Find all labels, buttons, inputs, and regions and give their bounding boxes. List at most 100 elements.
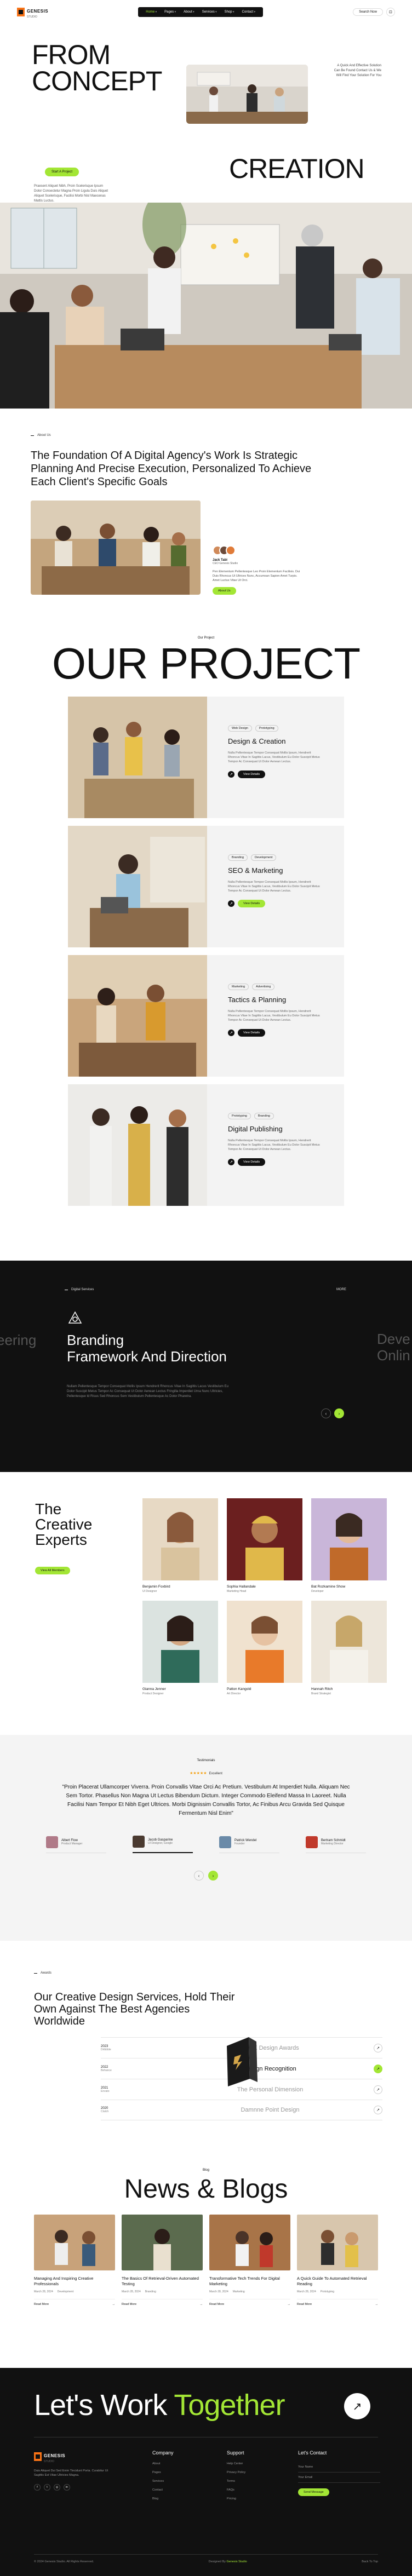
name-field[interactable]: Your Name: [298, 2462, 380, 2473]
project-card[interactable]: Branding Development SEO & Marketing Nul…: [68, 826, 344, 947]
footer-link[interactable]: Contact: [152, 2488, 174, 2492]
project-chip: Prototyping: [228, 1113, 251, 1119]
about-section: About Us The Foundation Of A Digital Age…: [31, 409, 381, 614]
footer-logo[interactable]: GENESIS STUDIO: [34, 2450, 111, 2463]
nav-item-shop[interactable]: Shop: [225, 10, 234, 14]
cta-arrow-button[interactable]: ↗: [344, 2393, 370, 2419]
read-more-link[interactable]: Read More →: [122, 2299, 203, 2306]
blog-card[interactable]: The Basics Of Retrieval-Driven Automated…: [122, 2215, 203, 2306]
testimonial-author[interactable]: Jacob Gasparine UI Designer, Google: [133, 1836, 193, 1853]
next-arrow-icon[interactable]: ›: [334, 1408, 344, 1418]
nav-item-about[interactable]: About: [184, 10, 194, 14]
project-card[interactable]: Web Design Prototyping Design & Creation…: [68, 697, 344, 818]
team-member[interactable]: Gianna Jenner Product Designer: [142, 1601, 218, 1695]
member-name: Gianna Jenner: [142, 1687, 166, 1691]
view-details-button[interactable]: ↗ View Details: [228, 771, 266, 778]
branding-icon: [67, 1309, 83, 1325]
nav-item-home[interactable]: Home: [146, 10, 157, 14]
send-message-button[interactable]: Send Message: [298, 2488, 329, 2496]
nav-item-pages[interactable]: Pages: [164, 10, 176, 14]
rating-label: Excellent: [209, 1772, 222, 1775]
award-name: The Personal Dimension: [237, 2086, 304, 2093]
arrow-icon: ↗: [374, 2106, 382, 2114]
blog-title[interactable]: The Basics Of Retrieval-Driven Automated…: [122, 2276, 203, 2287]
blog-card[interactable]: Transformative Tech Trends For Digital M…: [209, 2215, 290, 2306]
footer-link[interactable]: Terms: [227, 2480, 245, 2483]
next-arrow-icon[interactable]: ›: [208, 1871, 218, 1881]
email-field[interactable]: Your Email: [298, 2473, 380, 2483]
testimonial-author[interactable]: Albert Flow Product Manager: [46, 1836, 106, 1853]
linkedin-icon[interactable]: in: [64, 2484, 70, 2491]
read-more-link[interactable]: Read More →: [297, 2299, 378, 2306]
footer-link[interactable]: About: [152, 2462, 174, 2465]
footer-link[interactable]: Privacy Policy: [227, 2471, 245, 2474]
team-member[interactable]: Hannah Ritch Brand Strategist: [311, 1601, 387, 1695]
view-details-button[interactable]: ↗ View Details: [228, 900, 266, 907]
credit: Designed By Genesis Studio: [209, 2560, 247, 2563]
back-to-top-link[interactable]: Back To Top: [362, 2560, 378, 2563]
footer-link[interactable]: FAQs: [227, 2488, 245, 2492]
blog-title[interactable]: A Quick Guide To Automated Retrieval Rea…: [297, 2276, 378, 2287]
footer-link[interactable]: Services: [152, 2480, 174, 2483]
logo[interactable]: GENESIS STUDIO: [17, 5, 48, 19]
prev-arrow-icon[interactable]: ‹: [321, 1408, 331, 1418]
blog-title[interactable]: Transformative Tech Trends For Digital M…: [209, 2276, 290, 2287]
team-avatars: [213, 545, 300, 555]
blog-card[interactable]: Managing And Inspiring Creative Professi…: [34, 2215, 115, 2306]
site-footer: Let's Work Together ↗ GENESIS STUDIO Duis…: [0, 2368, 412, 2576]
brand-name: GENESIS: [27, 9, 49, 14]
award-row[interactable]: 2020 Clutch Damnne Point Design ↗: [101, 2100, 382, 2120]
member-photo: [142, 1601, 218, 1683]
blog-card[interactable]: A Quick Guide To Automated Retrieval Rea…: [297, 2215, 378, 2306]
service-title-line2: Framework And Direction: [67, 1348, 227, 1365]
arrow-icon: ↗: [374, 2043, 382, 2052]
view-all-members-button[interactable]: View All Members: [35, 1567, 70, 1574]
nav-item-services[interactable]: Services: [202, 10, 217, 14]
about-us-button[interactable]: About Us: [213, 587, 236, 595]
award-year-value: 2022: [101, 2065, 108, 2069]
footer-link[interactable]: Pages: [152, 2471, 174, 2474]
arrow-icon: →: [375, 2303, 379, 2306]
view-details-label: View Details: [238, 771, 266, 778]
facebook-icon[interactable]: f: [34, 2484, 41, 2491]
credit-link[interactable]: Genesis Studio: [226, 2560, 247, 2563]
instagram-icon[interactable]: ◎: [54, 2484, 60, 2491]
twitter-icon[interactable]: t: [44, 2484, 50, 2491]
project-heading: OUR PROJECT: [52, 639, 360, 688]
read-more-link[interactable]: Read More →: [34, 2299, 115, 2306]
project-card[interactable]: Prototyping Branding Digital Publishing …: [68, 1084, 344, 1206]
arrow-icon: →: [199, 2303, 203, 2306]
view-details-button[interactable]: ↗ View Details: [228, 1158, 266, 1166]
author-role: Founder: [234, 1842, 245, 1845]
blog-date: March 28, 2024: [34, 2290, 53, 2293]
blog-title[interactable]: Managing And Inspiring Creative Professi…: [34, 2276, 115, 2287]
view-details-button[interactable]: ↗ View Details: [228, 1029, 266, 1037]
award-year-value: 2021: [101, 2086, 108, 2090]
read-more-link[interactable]: Read More →: [209, 2299, 290, 2306]
testimonials-tag: Testimonials: [197, 1759, 215, 1762]
team-member[interactable]: Patton Kangold Art Director: [227, 1601, 302, 1695]
start-project-button[interactable]: Start A Project: [45, 168, 79, 176]
team-member[interactable]: Benjamin Foxbird UI Designer: [142, 1498, 218, 1593]
project-chip: Prototyping: [255, 725, 278, 732]
testimonial-author[interactable]: Patrick Wendel Founder: [219, 1836, 279, 1853]
testimonial-quote: "Proin Placerat Ullamcorper Viverra. Pro…: [62, 1784, 350, 1816]
award-year: 2022 Behance: [101, 2066, 167, 2072]
arrow-icon: ↗: [374, 2085, 382, 2094]
brand-sub: STUDIO: [27, 15, 37, 19]
footer-link[interactable]: Pricing: [227, 2497, 245, 2500]
footer-link[interactable]: Blog: [152, 2497, 174, 2500]
prev-arrow-icon[interactable]: ‹: [194, 1871, 204, 1881]
team-member[interactable]: Sophia Hallandale Marketing Head: [227, 1498, 302, 1593]
blog-image: [209, 2215, 290, 2270]
services-more-link[interactable]: MORE: [336, 1288, 346, 1291]
footer-link[interactable]: Help Center: [227, 2462, 245, 2465]
project-chip: Web Design: [228, 725, 252, 732]
team-member[interactable]: Bat Rozkamine Show Developer: [311, 1498, 387, 1593]
testimonial-author[interactable]: Bertram Schmidt Marketing Director: [306, 1836, 366, 1853]
nav-item-contact[interactable]: Contact: [242, 10, 256, 14]
bag-icon[interactable]: ⊡: [386, 8, 395, 16]
arrow-icon: ↗: [228, 1030, 234, 1036]
search-button[interactable]: Search Now: [353, 8, 383, 16]
project-card[interactable]: Marketing Advertising Tactics & Planning…: [68, 955, 344, 1077]
